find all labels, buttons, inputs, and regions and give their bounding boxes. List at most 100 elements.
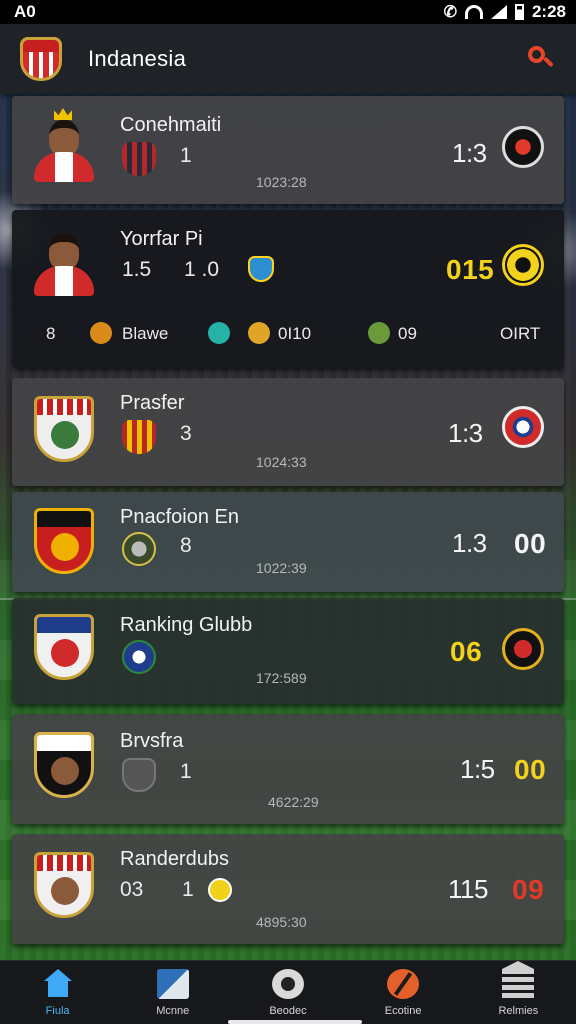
match-icon [156,969,189,999]
crest-icon [34,852,94,918]
match-score: 1:5 [460,754,495,784]
match-stat: 1 [180,760,192,783]
opponent-badge-icon [502,406,544,448]
app-header: Indanesia [0,24,576,94]
team-name: Ranking Glubb [120,614,253,636]
player-avatar [34,228,104,298]
team-name: Randerdubs [120,848,229,870]
status-bar: A0 ✆ 2:28 [0,0,576,24]
event-value: 0I10 [278,324,312,343]
match-score: 015 [446,254,495,285]
opponent-badge-icon [502,244,544,286]
home-icon [42,969,74,999]
match-score: 1:3 [452,138,487,168]
wifi-icon [464,5,483,19]
club-crest [34,852,104,922]
match-score-secondary: 09 [512,874,545,905]
match-stat: 3 [180,422,192,445]
nav-label: Mcnne [156,1005,190,1017]
match-stat: 1 [180,144,192,167]
crest-icon [34,732,94,798]
match-score: 06 [450,636,483,667]
club-crest [34,508,104,578]
match-card[interactable]: Conehmaiti 1 1023:28 1:3 [12,96,564,204]
app-title: Indanesia [88,46,187,71]
player-avatar [34,108,104,184]
search-icon [528,46,545,63]
club-badge-icon [122,142,156,176]
match-stat-secondary: 1 .0 [184,258,220,281]
stats-icon [387,969,420,999]
opponent-badge-icon [502,126,544,168]
crest-icon [34,508,94,574]
bottom-navigation: Fiula Mcnne Beodec Ecotine Relmies [0,960,576,1024]
match-score: 115 [448,874,488,904]
nav-label: Fiula [45,1005,70,1017]
match-time: 1022:39 [256,560,307,576]
team-name: Brvsfra [120,730,184,752]
match-time: 1023:28 [256,174,307,190]
crown-icon [54,108,72,120]
event-count: 8 [46,324,56,343]
battery-icon [514,4,524,20]
event-badge-icon [248,322,270,344]
match-stat: 8 [180,534,192,557]
nav-item-ranking[interactable]: Relmies [468,961,568,1017]
club-badge-icon [122,640,156,674]
match-card[interactable]: Brvsfra 1 4622:29 1:5 00 [12,714,564,824]
match-score: 1:3 [448,418,483,448]
team-name: Yorrfar Pi [120,228,203,250]
team-name: Pnacfoion En [120,506,239,528]
match-stat: 1.5 [122,258,152,281]
match-card-expanded[interactable]: Yorrfar Pi 1.5 1 .0 015 8 Blawe 0I10 09 … [12,210,564,368]
match-score-secondary: 00 [514,528,547,559]
club-crest [34,396,104,466]
player-portrait [34,108,96,184]
match-score-secondary: 00 [514,754,547,785]
club-crest [34,614,104,684]
match-stat: 03 [120,878,144,901]
search-button[interactable] [526,44,556,74]
nav-label: Ecotine [384,1005,422,1017]
signal-icon [490,5,507,19]
club-crest [34,732,104,802]
match-card[interactable]: Pnacfoion En 8 1022:39 1.3 00 [12,492,564,592]
home-indicator [228,1020,362,1024]
team-name: Prasfer [120,392,185,414]
match-card[interactable]: Prasfer 3 1024:33 1:3 [12,378,564,486]
nav-label: Beodec [269,1005,307,1017]
ranking-icon [502,961,535,999]
shield-icon [248,256,274,282]
opponent-badge-icon [502,628,544,670]
event-badge-icon [208,322,230,344]
match-card[interactable]: Ranking Glubb 172:589 06 [12,598,564,704]
match-time: 4895:30 [256,914,307,930]
event-badge-icon [90,322,112,344]
match-time: 1024:33 [256,454,307,470]
nav-item-matches[interactable]: Mcnne [123,969,223,1017]
nav-item-stats[interactable]: Ecotine [353,969,453,1017]
match-score: 1.3 [452,528,487,558]
team-name: Conehmaiti [120,114,222,136]
nav-item-home[interactable]: Fiula [8,969,108,1017]
app-logo[interactable] [20,37,62,81]
match-stat-secondary: 1 [182,878,194,901]
event-value: OIRT [500,324,541,343]
sync-icon: ✆ [443,4,457,21]
club-badge-icon [122,532,156,566]
match-time: 172:589 [256,670,307,686]
event-label: Blawe [122,324,169,343]
match-card[interactable]: Randerdubs 03 1 4895:30 115 09 [12,834,564,944]
nav-label: Relmies [498,1005,539,1017]
crest-icon [34,614,94,680]
event-badge-icon [368,322,390,344]
nav-item-scores[interactable]: Beodec [238,969,338,1017]
crest-icon [34,396,94,462]
event-value: 09 [398,324,417,343]
status-left-text: A0 [14,2,36,21]
match-time: 4622:29 [268,794,319,810]
club-badge-icon [122,420,156,454]
player-portrait [34,228,96,298]
status-icons: ✆ 2:28 [444,2,566,22]
club-badge-icon [122,758,156,792]
